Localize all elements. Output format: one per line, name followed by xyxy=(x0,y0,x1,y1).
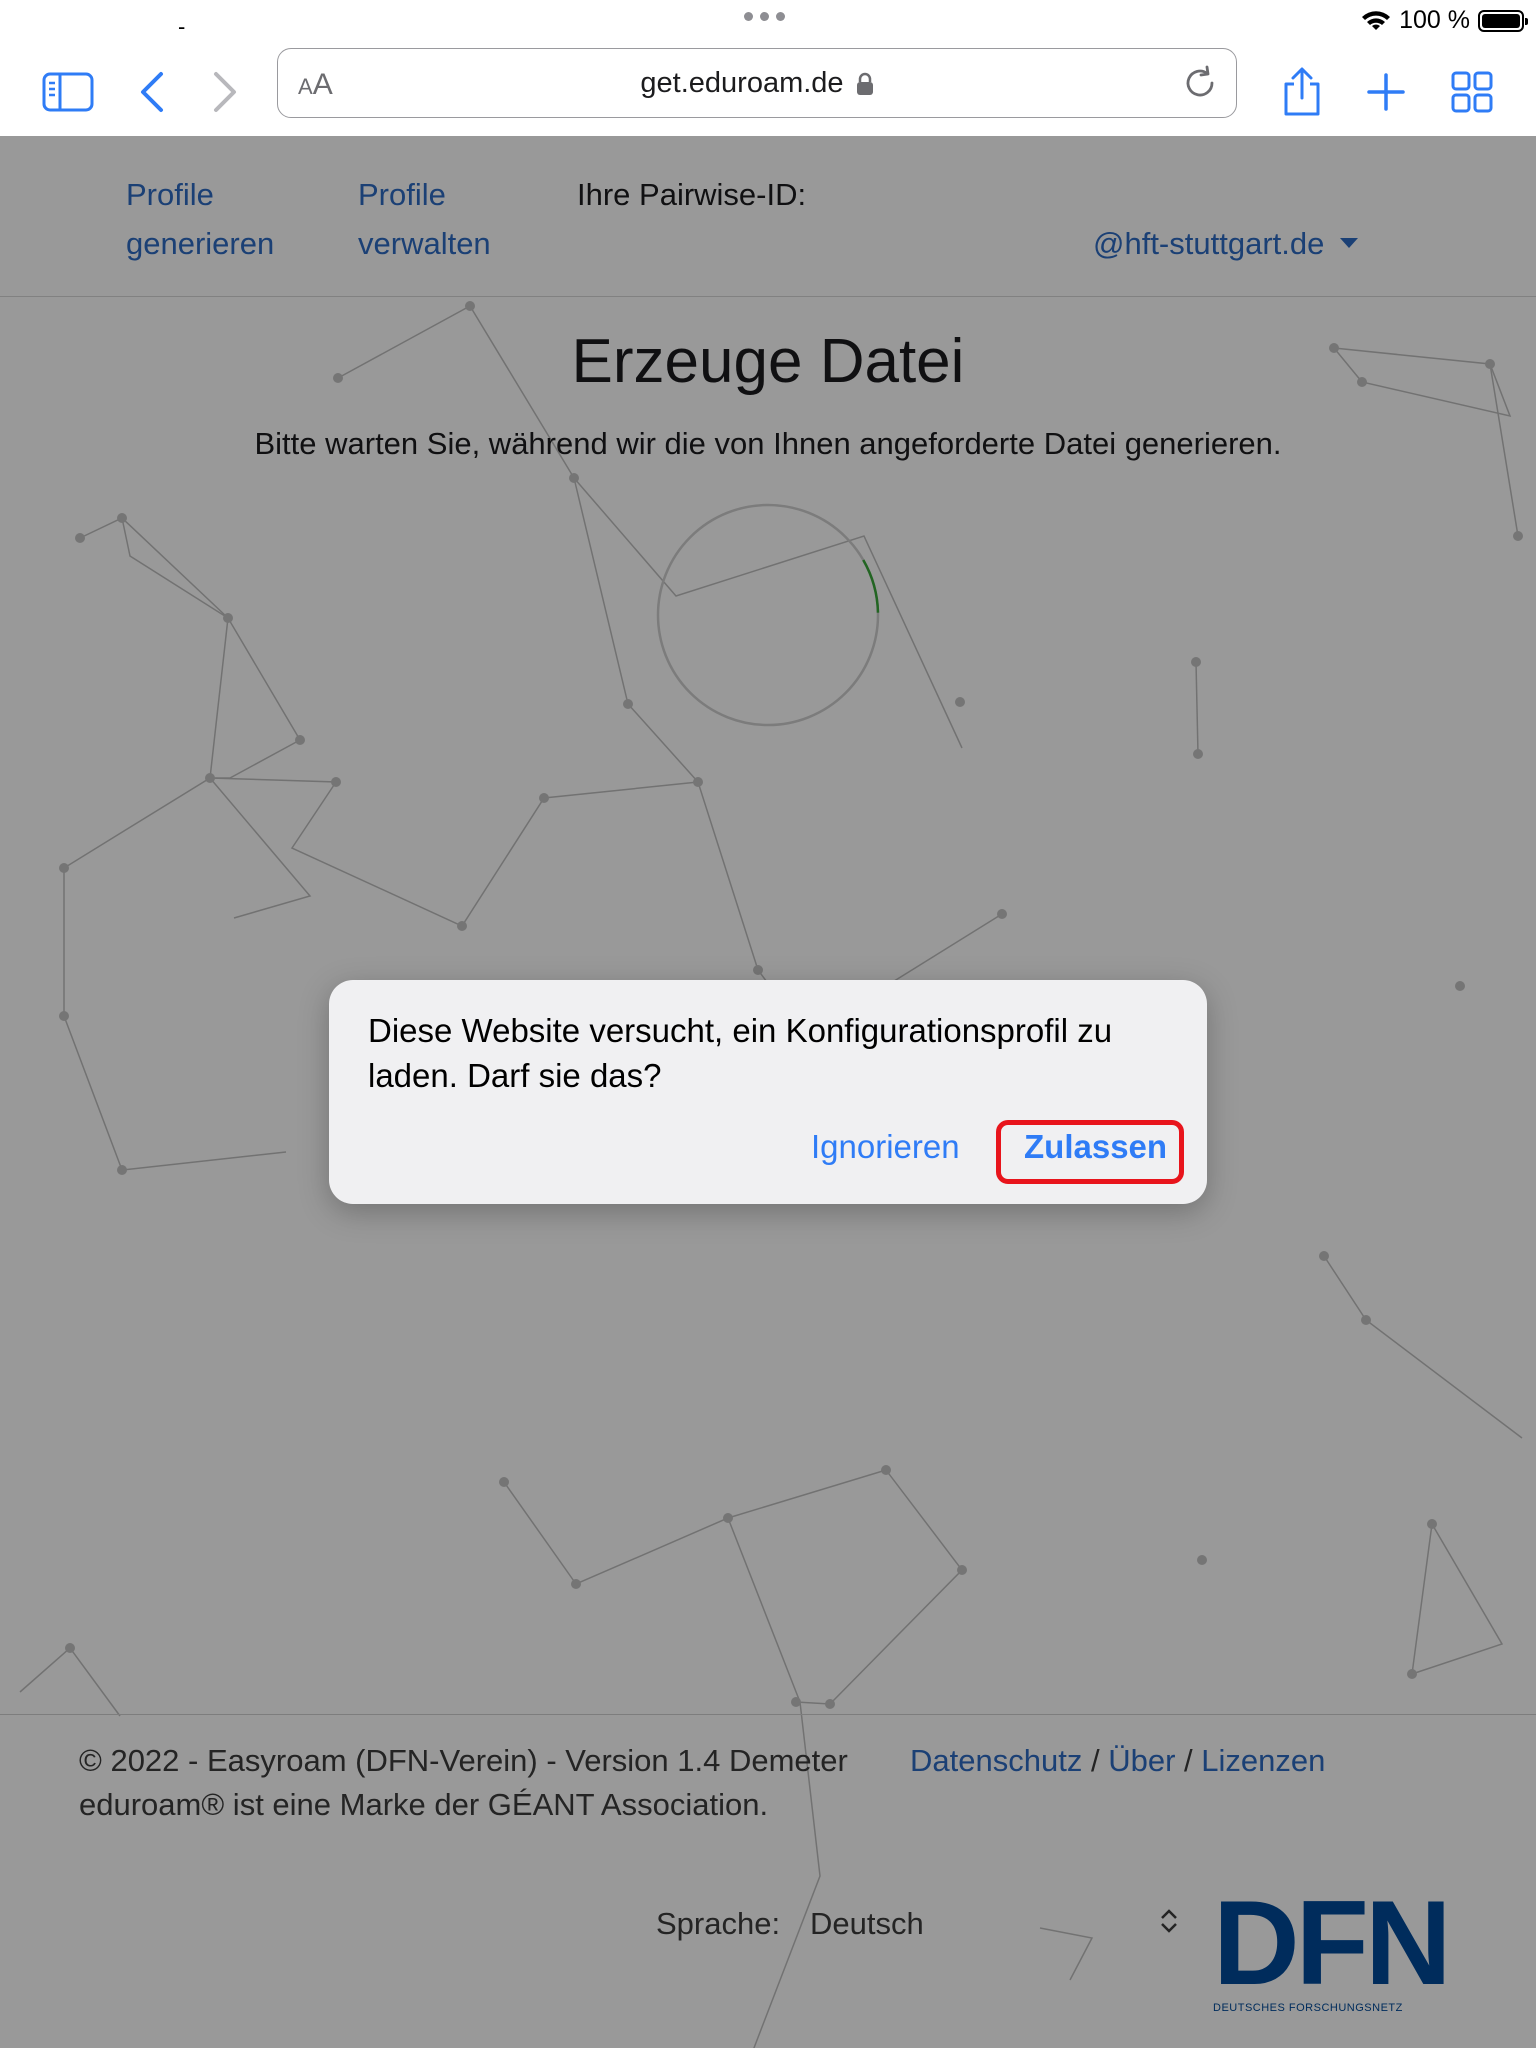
ignore-button[interactable]: Ignorieren xyxy=(811,1128,960,1166)
share-icon[interactable] xyxy=(1272,62,1332,122)
allow-button[interactable]: Zulassen xyxy=(1024,1128,1167,1166)
config-profile-alert: Diese Website versucht, ein Konfiguratio… xyxy=(329,980,1207,1204)
new-tab-icon[interactable] xyxy=(1356,62,1416,122)
status-bar: - 100 % xyxy=(0,0,1536,42)
sidebar-toggle-icon[interactable] xyxy=(38,62,98,122)
alert-message: Diese Website versucht, ein Konfiguratio… xyxy=(368,1012,1113,1094)
status-dash: - xyxy=(178,14,186,39)
tab-overview-icon[interactable] xyxy=(1442,62,1502,122)
forward-icon[interactable] xyxy=(195,62,255,122)
multitasking-dots-icon[interactable] xyxy=(744,12,785,21)
address-bar[interactable]: AA get.eduroam.de xyxy=(277,48,1237,118)
reload-icon[interactable] xyxy=(1180,63,1220,103)
battery-icon xyxy=(1478,9,1528,32)
lock-icon xyxy=(856,73,873,96)
back-icon[interactable] xyxy=(122,62,182,122)
wifi-icon xyxy=(1362,10,1391,30)
browser-toolbar: AA get.eduroam.de xyxy=(0,42,1536,136)
battery-percentage: 100 % xyxy=(1399,6,1470,34)
url-text: get.eduroam.de xyxy=(640,67,844,99)
